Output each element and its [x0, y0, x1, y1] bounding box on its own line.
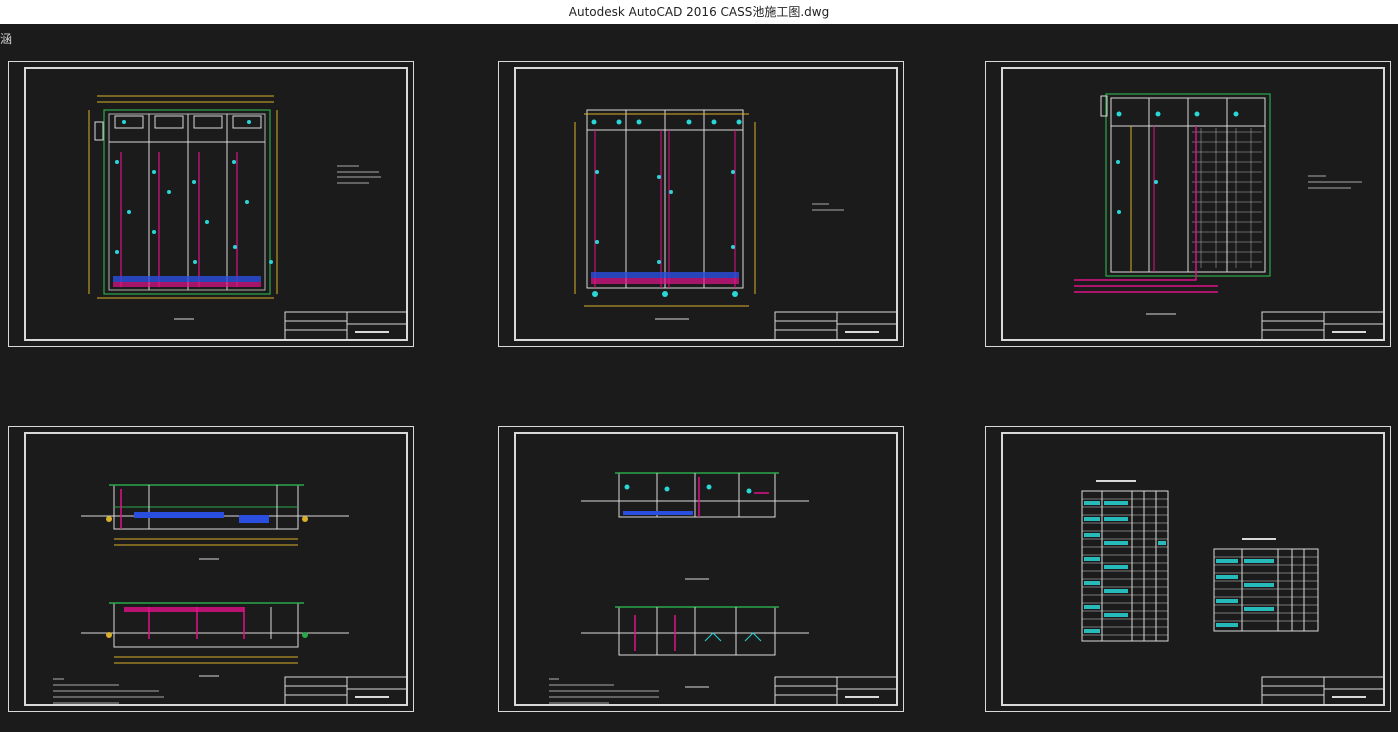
drawing-sheet-plan-1[interactable]	[8, 61, 414, 347]
drawing-sheet-section-2[interactable]	[498, 426, 904, 712]
sheet-plan-3-svg	[1001, 67, 1385, 341]
drawing-sheet-tables[interactable]	[985, 426, 1391, 712]
sheet-tables-svg	[1001, 432, 1385, 706]
sheet-plan-1-svg	[24, 67, 408, 341]
drawing-sheet-plan-3[interactable]	[985, 61, 1391, 347]
window-title: Autodesk AutoCAD 2016 CASS池施工图.dwg	[568, 5, 830, 19]
sheet-plan-2-svg	[514, 67, 898, 341]
drawing-sheet-section-1[interactable]	[8, 426, 414, 712]
drawing-sheet-plan-2[interactable]	[498, 61, 904, 347]
sheet-section-1-svg	[24, 432, 408, 706]
canvas-corner-glyph: 涵	[0, 32, 13, 46]
window-title-bar: Autodesk AutoCAD 2016 CASS池施工图.dwg	[0, 0, 1398, 24]
drawing-canvas[interactable]: 涵	[0, 24, 1398, 732]
sheet-section-2-svg	[514, 432, 898, 706]
